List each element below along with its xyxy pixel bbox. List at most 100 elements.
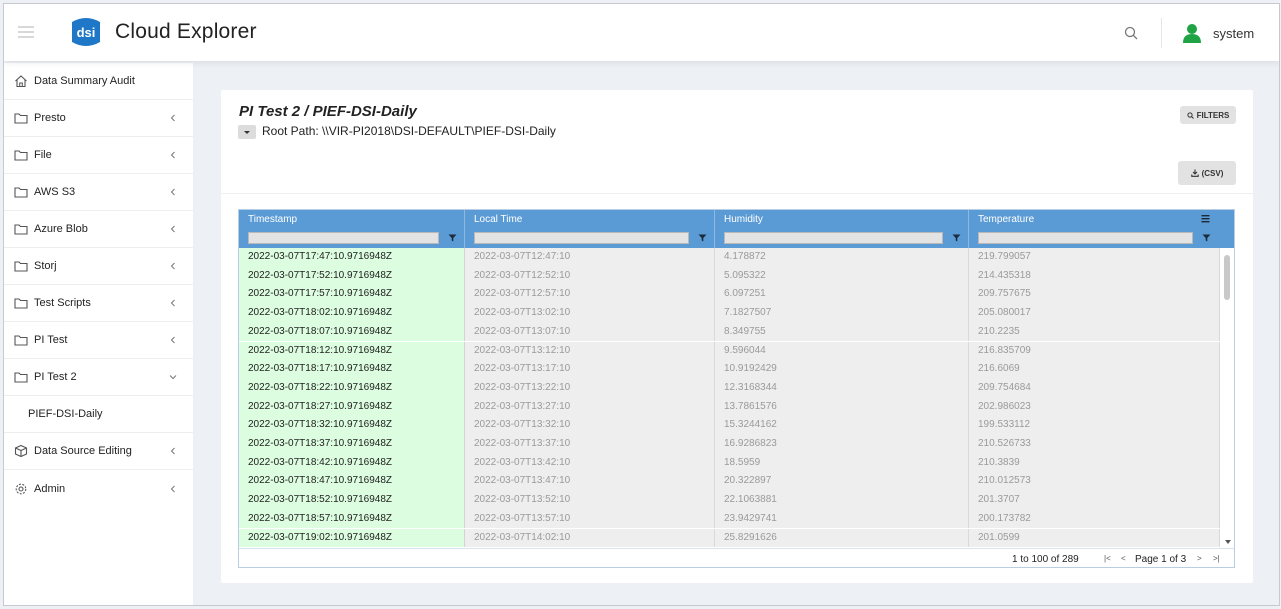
table-row[interactable]: 2022-03-07T18:07:10.9716948Z 2022-03-07T1… [239,322,1220,342]
table-cell[interactable]: 2022-03-07T18:17:10.9716948Z [239,360,465,379]
table-cell[interactable]: 216.6069 [969,360,1220,379]
table-cell[interactable]: 2022-03-07T13:32:10 [465,416,715,435]
table-cell[interactable]: 2022-03-07T13:57:10 [465,509,715,529]
filter-icon[interactable] [698,234,707,242]
scroll-down-arrow-icon[interactable] [1225,540,1231,544]
table-cell[interactable]: 9.596044 [715,341,969,361]
table-cell[interactable]: 2022-03-07T18:52:10.9716948Z [239,491,465,510]
column-header-timestamp[interactable]: Timestamp [239,210,465,248]
table-cell[interactable]: 20.322897 [715,472,969,492]
table-cell[interactable]: 2022-03-07T19:02:10.9716948Z [239,528,465,548]
scrollbar-thumb[interactable] [1224,255,1230,300]
table-cell[interactable]: 216.835709 [969,341,1220,361]
table-cell[interactable]: 2022-03-07T13:27:10 [465,397,715,417]
column-filter-input[interactable] [248,232,439,244]
table-cell[interactable]: 10.9192429 [715,360,969,379]
table-cell[interactable]: 2022-03-07T18:57:10.9716948Z [239,509,465,529]
table-cell[interactable]: 210.526733 [969,435,1220,454]
table-cell[interactable]: 2022-03-07T18:32:10.9716948Z [239,416,465,435]
csv-download-button[interactable]: (CSV) [1178,161,1236,185]
sidebar-item-pi-test[interactable]: PI Test [4,322,193,359]
table-cell[interactable]: 2022-03-07T13:47:10 [465,472,715,492]
sidebar-item-admin[interactable]: Admin [4,470,193,507]
user-icon[interactable] [1182,23,1202,43]
hamburger-menu-icon[interactable] [18,26,34,38]
table-cell[interactable]: 2022-03-07T13:42:10 [465,453,715,473]
filter-icon[interactable] [952,234,961,242]
table-cell[interactable]: 2022-03-07T13:37:10 [465,435,715,454]
table-row[interactable]: 2022-03-07T17:57:10.9716948Z 2022-03-07T1… [239,285,1220,305]
table-row[interactable]: 2022-03-07T18:32:10.9716948Z 2022-03-07T1… [239,416,1220,435]
table-cell[interactable]: 199.533112 [969,416,1220,435]
table-row[interactable]: 2022-03-07T18:37:10.9716948Z 2022-03-07T1… [239,435,1220,454]
column-header-temperature[interactable]: Temperature [969,210,1234,248]
table-cell[interactable]: 209.754684 [969,378,1220,398]
table-cell[interactable]: 2022-03-07T18:12:10.9716948Z [239,341,465,361]
table-cell[interactable]: 2022-03-07T18:42:10.9716948Z [239,453,465,473]
table-cell[interactable]: 25.8291626 [715,528,969,548]
table-cell[interactable]: 2022-03-07T13:22:10 [465,378,715,398]
table-row[interactable]: 2022-03-07T18:42:10.9716948Z 2022-03-07T1… [239,453,1220,473]
root-path-dropdown-toggle[interactable] [238,125,256,139]
column-filter-input[interactable] [724,232,943,244]
table-cell[interactable]: 2022-03-07T18:22:10.9716948Z [239,378,465,398]
table-cell[interactable]: 4.178872 [715,248,969,267]
sidebar-subitem-pief-dsi-daily[interactable]: PIEF-DSI-Daily [4,396,193,433]
sidebar-item-file[interactable]: File [4,137,193,174]
table-cell[interactable]: 13.7861576 [715,397,969,417]
sidebar-item-presto[interactable]: Presto [4,100,193,137]
table-cell[interactable]: 209.757675 [969,285,1220,305]
table-cell[interactable]: 2022-03-07T14:02:10 [465,528,715,548]
filter-icon[interactable] [448,234,457,242]
column-menu-icon[interactable] [1201,214,1210,223]
table-cell[interactable]: 2022-03-07T17:57:10.9716948Z [239,285,465,305]
sidebar-item-data-source-editing[interactable]: Data Source Editing [4,433,193,470]
table-cell[interactable]: 2022-03-07T17:52:10.9716948Z [239,266,465,286]
table-cell[interactable]: 2022-03-07T13:52:10 [465,491,715,510]
user-name[interactable]: system [1213,26,1254,41]
table-row[interactable]: 2022-03-07T18:27:10.9716948Z 2022-03-07T1… [239,397,1220,417]
table-cell[interactable]: 2022-03-07T17:47:10.9716948Z [239,248,465,267]
table-cell[interactable]: 201.0599 [969,528,1220,548]
table-cell[interactable]: 8.349755 [715,322,969,342]
column-header-humidity[interactable]: Humidity [715,210,969,248]
table-cell[interactable]: 5.095322 [715,266,969,286]
table-cell[interactable]: 12.3168344 [715,378,969,398]
column-header-local-time[interactable]: Local Time [465,210,715,248]
table-cell[interactable]: 210.2235 [969,322,1220,342]
table-cell[interactable]: 23.9429741 [715,509,969,529]
table-cell[interactable]: 200.173782 [969,509,1220,529]
table-row[interactable]: 2022-03-07T18:12:10.9716948Z 2022-03-07T1… [239,341,1220,361]
table-cell[interactable]: 2022-03-07T18:07:10.9716948Z [239,322,465,342]
table-cell[interactable]: 219.799057 [969,248,1220,267]
next-page-icon[interactable]: > [1197,554,1202,563]
table-cell[interactable]: 2022-03-07T18:02:10.9716948Z [239,304,465,323]
filters-button[interactable]: FILTERS [1180,106,1236,124]
table-row[interactable]: 2022-03-07T18:47:10.9716948Z 2022-03-07T1… [239,472,1220,492]
table-row[interactable]: 2022-03-07T18:52:10.9716948Z 2022-03-07T1… [239,491,1220,510]
table-cell[interactable]: 7.1827507 [715,304,969,323]
table-cell[interactable]: 6.097251 [715,285,969,305]
sidebar-item-pi-test-2[interactable]: PI Test 2 [4,359,193,396]
table-cell[interactable]: 205.080017 [969,304,1220,323]
table-row[interactable]: 2022-03-07T17:52:10.9716948Z 2022-03-07T1… [239,266,1220,286]
search-icon[interactable] [1124,26,1138,40]
filter-icon[interactable] [1202,234,1211,242]
table-cell[interactable]: 210.3839 [969,453,1220,473]
column-filter-input[interactable] [474,232,689,244]
table-row[interactable]: 2022-03-07T18:02:10.9716948Z 2022-03-07T1… [239,304,1220,323]
table-cell[interactable]: 15.3244162 [715,416,969,435]
table-cell[interactable]: 22.1063881 [715,491,969,510]
table-cell[interactable]: 2022-03-07T18:27:10.9716948Z [239,397,465,417]
table-row[interactable]: 2022-03-07T18:22:10.9716948Z 2022-03-07T1… [239,378,1220,398]
sidebar-item-aws-s3[interactable]: AWS S3 [4,174,193,211]
table-cell[interactable]: 214.435318 [969,266,1220,286]
table-cell[interactable]: 18.5959 [715,453,969,473]
table-row[interactable]: 2022-03-07T19:02:10.9716948Z 2022-03-07T1… [239,528,1220,548]
table-row[interactable]: 2022-03-07T18:17:10.9716948Z 2022-03-07T1… [239,360,1220,379]
table-row[interactable]: 2022-03-07T18:57:10.9716948Z 2022-03-07T1… [239,509,1220,529]
table-cell[interactable]: 2022-03-07T13:02:10 [465,304,715,323]
table-cell[interactable]: 2022-03-07T18:37:10.9716948Z [239,435,465,454]
table-cell[interactable]: 210.012573 [969,472,1220,492]
table-cell[interactable]: 201.3707 [969,491,1220,510]
